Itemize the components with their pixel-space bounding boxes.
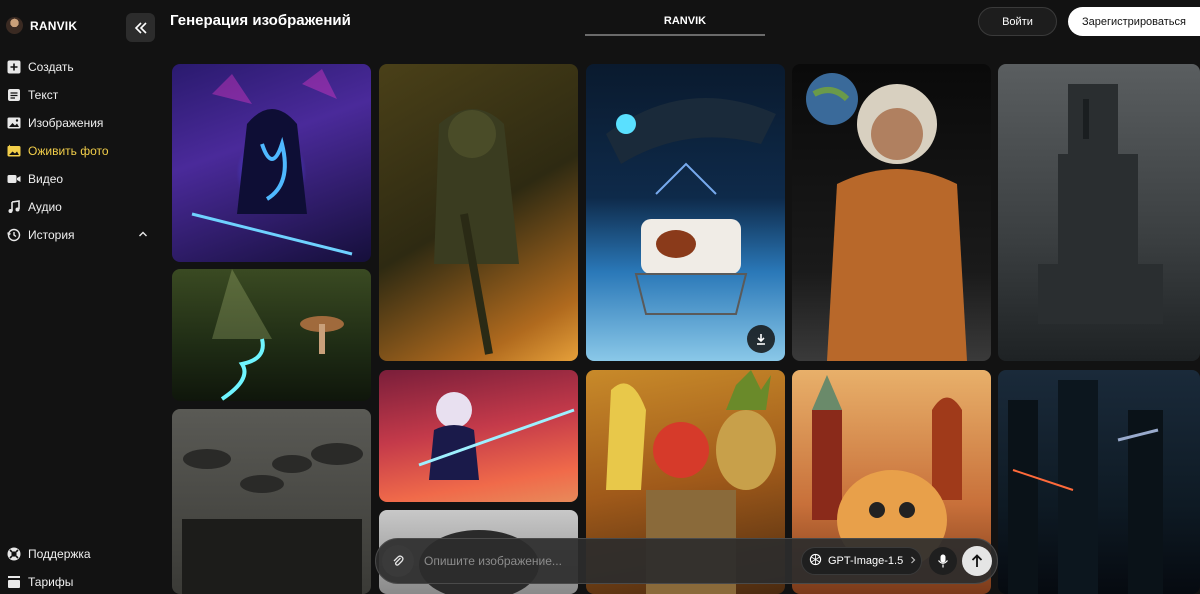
sidebar-item-label: Видео bbox=[28, 172, 64, 186]
sidebar-item-tariffs[interactable]: Тарифы bbox=[0, 568, 163, 594]
gallery-image-anime-girl[interactable] bbox=[379, 370, 578, 502]
sidebar-item-label: Создать bbox=[28, 60, 74, 74]
tab-underline bbox=[585, 34, 765, 36]
collapse-sidebar-button[interactable] bbox=[126, 13, 155, 42]
gallery-image-cosmonaut[interactable] bbox=[792, 64, 991, 361]
gallery-image-night-city[interactable] bbox=[998, 370, 1200, 594]
tab-ranvik[interactable]: RANVIK bbox=[520, 8, 850, 36]
login-button[interactable]: Войти bbox=[978, 7, 1057, 36]
gallery-image-neon-samurai[interactable] bbox=[172, 64, 371, 262]
animate-photo-icon bbox=[7, 144, 21, 158]
tariffs-icon bbox=[7, 575, 21, 589]
gallery-image-glowing-forest[interactable] bbox=[172, 269, 371, 401]
sidebar-nav: Создать Текст Изображения Оживить фото В… bbox=[0, 53, 163, 249]
sidebar-item-label: Текст bbox=[28, 88, 59, 102]
sidebar: RANVIK Создать Текст Изображения Оживить… bbox=[0, 0, 163, 594]
send-button[interactable] bbox=[962, 546, 992, 576]
plus-square-icon bbox=[7, 60, 21, 74]
double-chevron-left-icon bbox=[134, 21, 147, 34]
register-button[interactable]: Зарегистрироваться bbox=[1068, 7, 1200, 36]
video-camera-icon bbox=[7, 172, 21, 186]
sidebar-bottom: Поддержка Тарифы bbox=[0, 540, 163, 594]
download-icon bbox=[757, 334, 765, 345]
sidebar-item-images[interactable]: Изображения bbox=[0, 109, 163, 137]
sidebar-item-label: Оживить фото bbox=[28, 144, 109, 158]
sidebar-item-text[interactable]: Текст bbox=[0, 81, 163, 109]
chevron-up-icon[interactable] bbox=[138, 228, 148, 242]
page-title: Генерация изображений bbox=[170, 12, 351, 29]
model-label: GPT-Image-1.5 bbox=[828, 555, 904, 567]
prompt-bar: GPT-Image-1.5 bbox=[375, 538, 998, 584]
sidebar-item-label: Изображения bbox=[28, 116, 104, 130]
gallery-image-stone-knight[interactable] bbox=[379, 64, 578, 361]
brand[interactable]: RANVIK bbox=[6, 17, 77, 34]
gallery-image-brutalist-tower[interactable] bbox=[998, 64, 1200, 361]
app-root: RANVIK Создать Текст Изображения Оживить… bbox=[0, 0, 1200, 594]
sidebar-item-video[interactable]: Видео bbox=[0, 165, 163, 193]
download-button[interactable] bbox=[747, 325, 775, 353]
paperclip-icon bbox=[393, 555, 404, 566]
attach-button[interactable] bbox=[382, 545, 414, 577]
support-icon bbox=[7, 547, 21, 561]
sidebar-item-label: Аудио bbox=[28, 200, 62, 214]
sidebar-item-animate-photo[interactable]: Оживить фото bbox=[0, 137, 163, 165]
text-doc-icon bbox=[7, 88, 21, 102]
sidebar-item-history[interactable]: История bbox=[0, 221, 163, 249]
gallery-image-cow-spaceship[interactable] bbox=[586, 64, 785, 361]
brand-name: RANVIK bbox=[30, 18, 78, 33]
sidebar-item-label: Поддержка bbox=[28, 547, 91, 561]
sidebar-item-audio[interactable]: Аудио bbox=[0, 193, 163, 221]
microphone-button[interactable] bbox=[929, 547, 957, 575]
microphone-icon bbox=[938, 554, 948, 568]
prompt-input[interactable] bbox=[424, 550, 784, 572]
gallery-image-boys-flat-caps[interactable] bbox=[172, 409, 371, 594]
image-icon bbox=[7, 116, 21, 130]
arrow-up-icon bbox=[971, 554, 983, 567]
brand-logo-icon bbox=[6, 17, 23, 34]
image-gallery bbox=[172, 62, 1200, 594]
model-selector[interactable]: GPT-Image-1.5 bbox=[801, 547, 922, 575]
music-note-icon bbox=[7, 200, 21, 214]
openai-logo-icon bbox=[809, 553, 822, 569]
sidebar-item-create[interactable]: Создать bbox=[0, 53, 163, 81]
chevron-right-icon bbox=[909, 555, 917, 567]
history-clock-icon bbox=[7, 228, 21, 242]
sidebar-item-label: Тарифы bbox=[28, 575, 74, 589]
tab-label: RANVIK bbox=[663, 15, 707, 27]
sidebar-item-support[interactable]: Поддержка bbox=[0, 540, 163, 568]
sidebar-item-label: История bbox=[28, 228, 75, 242]
